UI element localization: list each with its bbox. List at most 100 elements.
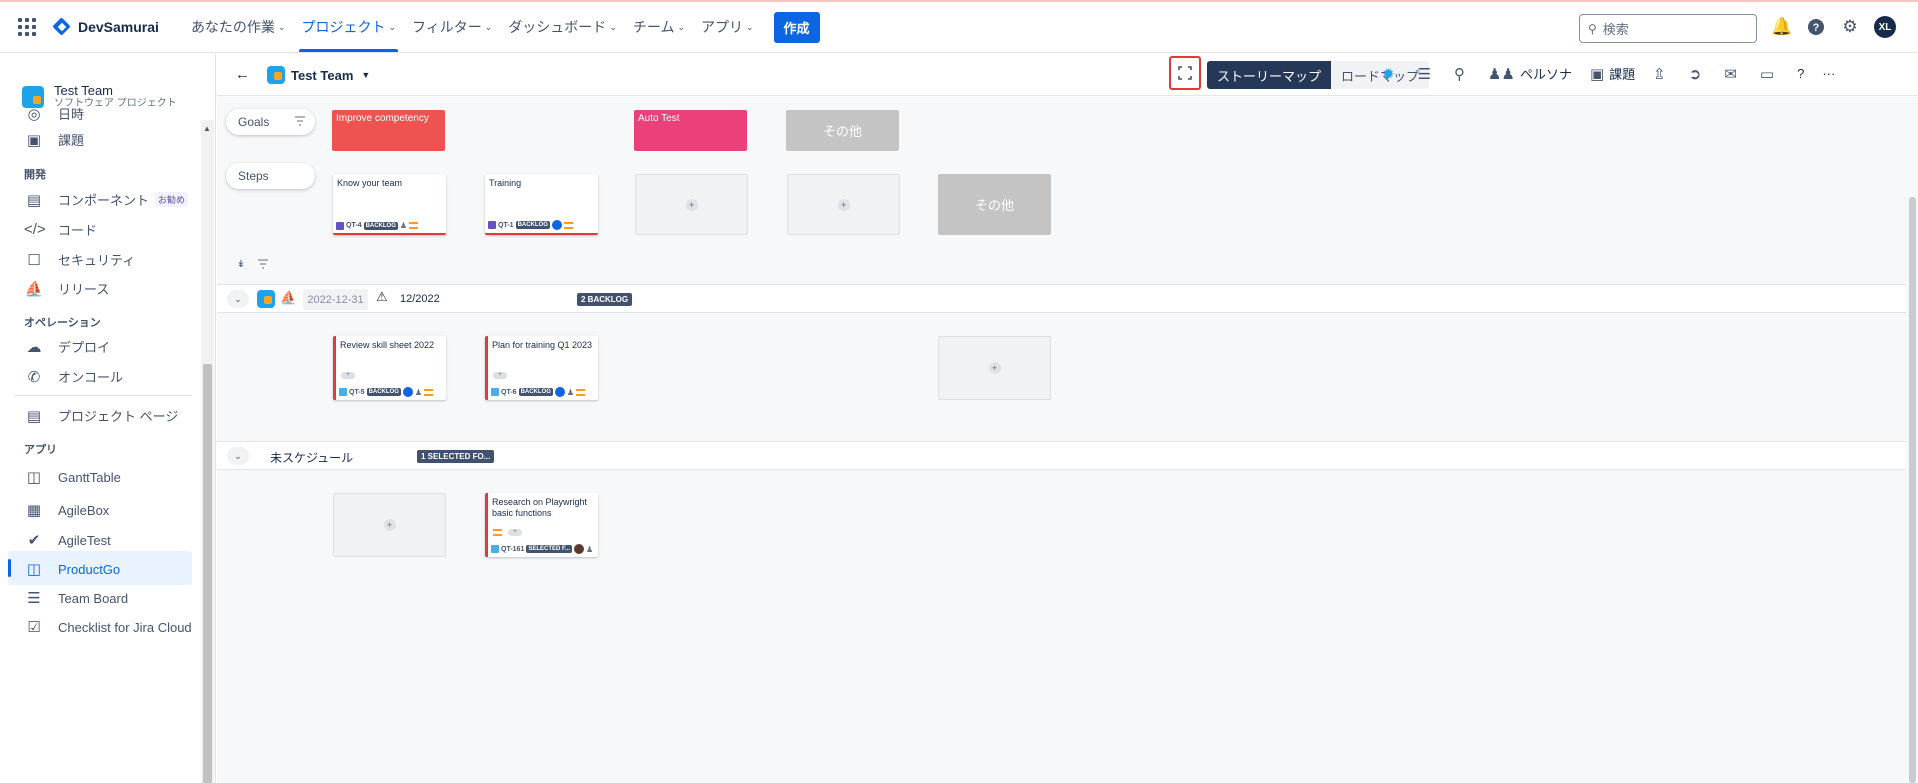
chevron-down-icon[interactable]: ⌄: [227, 290, 249, 308]
canvas-scrollbar-thumb[interactable]: [1909, 197, 1916, 783]
empty-release-slot[interactable]: +: [938, 336, 1051, 400]
user-avatar[interactable]: XL: [1874, 16, 1896, 38]
sidebar-item-timeline[interactable]: ◎ 日時: [24, 104, 84, 123]
reporter-icon: ♟: [586, 544, 594, 554]
brand-logo[interactable]: DevSamurai: [52, 17, 159, 37]
settings-gear-icon[interactable]: ⚙: [1840, 17, 1860, 37]
estimate-pill: +: [493, 372, 507, 379]
sidebar-item-components[interactable]: ▤ コンポーネント お勧め: [24, 190, 189, 209]
help-icon[interactable]: ?: [1806, 17, 1826, 37]
brand-name: DevSamurai: [78, 19, 159, 35]
sidebar-item-code[interactable]: </> コード: [24, 220, 97, 239]
team-selector[interactable]: Test Team ▼: [267, 66, 370, 84]
add-icon[interactable]: +: [383, 519, 396, 531]
lock-icon: ☐: [27, 251, 41, 269]
sidebar-item-oncall[interactable]: ✆ オンコール: [24, 367, 123, 386]
productgo-icon: ◫: [26, 561, 42, 578]
search-icon: ⚲: [1454, 65, 1466, 83]
team-name: Test Team: [291, 67, 354, 83]
nav-teams[interactable]: チーム ⌄: [627, 2, 691, 52]
sidebar-scrollbar[interactable]: ▲: [201, 120, 214, 783]
integration-button[interactable]: ✹: [1382, 65, 1400, 83]
goal-other-card[interactable]: その他: [786, 110, 899, 151]
empty-step-slot[interactable]: +: [787, 174, 900, 235]
grid-icon: ▦: [26, 502, 42, 519]
goal-card-auto-test[interactable]: Auto Test: [634, 110, 747, 151]
add-icon[interactable]: +: [837, 198, 850, 211]
sidebar-item-productgo[interactable]: ◫ ProductGo: [24, 560, 120, 578]
sidebar-item-agiletest[interactable]: ✔ AgileTest: [24, 531, 111, 549]
create-button[interactable]: 作成: [773, 11, 820, 43]
step-card-training[interactable]: Training QT-1 BACKLOG: [485, 174, 598, 235]
task-type-icon: [491, 545, 499, 553]
add-icon[interactable]: +: [988, 362, 1001, 374]
help-button[interactable]: ?: [1797, 66, 1804, 81]
filter-icon[interactable]: [295, 116, 305, 126]
sidebar-item-deploy[interactable]: ☁ デプロイ: [24, 337, 111, 356]
scroll-up-arrow-icon[interactable]: ▲: [203, 124, 211, 133]
release-date-input[interactable]: 2022-12-31: [303, 289, 368, 310]
search-input[interactable]: ⚲ 検索: [1579, 14, 1757, 43]
estimate-pill: +: [508, 529, 522, 536]
release-card-plan-for-training[interactable]: Plan for training Q1 2023 + QT-6 BACKLOG…: [485, 336, 598, 400]
top-right-icons: 🔔 ? ⚙ XL: [1771, 16, 1896, 38]
board-toolbar: ✹ ☰ ⚲ ♟♟ ペルソナ ▣ 課題 ⇫ ➲ ✉ ▭ ? ···: [1382, 64, 1853, 83]
sidebar-item-agilebox[interactable]: ▦ AgileBox: [24, 501, 109, 519]
sidebar-item-team-board[interactable]: ☰ Team Board: [24, 589, 128, 607]
board-search-button[interactable]: ⚲: [1454, 65, 1470, 83]
nav-apps[interactable]: アプリ ⌄: [695, 2, 760, 52]
app-switcher-icon[interactable]: [18, 18, 36, 36]
canvas-scrollbar[interactable]: [1906, 97, 1918, 783]
empty-step-slot[interactable]: +: [635, 174, 748, 235]
chevron-down-icon: ▼: [361, 70, 371, 80]
sidebar-item-checklist[interactable]: ☑ Checklist for Jira Cloud: [24, 618, 191, 636]
nav-filters[interactable]: フィルター ⌄: [406, 2, 498, 52]
share-icon: ➲: [1688, 65, 1702, 83]
more-button[interactable]: ···: [1822, 66, 1835, 81]
fullscreen-button[interactable]: [1169, 56, 1201, 90]
story-map-tab[interactable]: ストーリーマップ: [1207, 61, 1332, 89]
chevron-down-icon[interactable]: ⌄: [227, 447, 249, 465]
ship-icon: ⛵: [24, 280, 44, 298]
assignee-avatar: [402, 387, 413, 397]
export-button[interactable]: ⇫: [1653, 65, 1671, 83]
layout-button[interactable]: ☰: [1418, 65, 1436, 83]
section-apps: アプリ: [24, 444, 57, 456]
task-type-icon: [339, 388, 347, 396]
step-other-card[interactable]: その他: [938, 174, 1051, 235]
nav-projects[interactable]: プロジェクト ⌄: [295, 2, 402, 52]
sidebar-item-project-pages[interactable]: ▤ プロジェクト ページ: [24, 406, 178, 425]
nav-dashboards[interactable]: ダッシュボード ⌄: [502, 2, 623, 52]
sidebar-item-gantttable[interactable]: ◫ GanttTable: [24, 468, 121, 486]
sidebar-item-releases[interactable]: ⛵ リリース: [24, 279, 110, 298]
unscheduled-status-badge: 1 SELECTED FO...: [417, 450, 495, 463]
sidebar-scrollbar-thumb[interactable]: [203, 364, 212, 783]
steps-row-label[interactable]: Steps: [226, 163, 315, 189]
step-card-know-your-team[interactable]: Know your team QT-4 BACKLOG ♟: [333, 174, 446, 235]
nav-your-work[interactable]: あなたの作業 ⌄: [185, 2, 292, 52]
collapse-all-icon[interactable]: ↡: [232, 255, 250, 273]
status-badge: BACKLOG: [363, 221, 398, 230]
unscheduled-card-research-playwright[interactable]: Research on Playwright basic functions +…: [485, 493, 598, 557]
sidebar-item-issues[interactable]: ▣ 課題: [24, 130, 84, 149]
empty-unscheduled-slot[interactable]: +: [333, 493, 446, 557]
comments-button[interactable]: ✉: [1724, 65, 1742, 83]
release-card-review-skill-sheet[interactable]: Review skill sheet 2022 + QT-5 BACKLOG ♟: [333, 336, 446, 400]
notifications-icon[interactable]: 🔔: [1771, 17, 1792, 37]
persona-button[interactable]: ♟♟ ペルソナ: [1488, 64, 1572, 83]
fullscreen-icon: [1178, 66, 1192, 80]
filter-icon[interactable]: [254, 255, 272, 273]
calendar-icon: ▤: [26, 191, 42, 209]
goals-row-label[interactable]: Goals: [226, 109, 315, 135]
goal-card-improve-competency[interactable]: Improve competency: [332, 110, 445, 151]
team-avatar-icon: [267, 66, 285, 84]
issues-button[interactable]: ▣ 課題: [1590, 64, 1635, 83]
main-menu: あなたの作業 ⌄ プロジェクト ⌄ フィルター ⌄ ダッシュボード ⌄ チーム ⌄ アプリ…: [185, 2, 764, 52]
share-button[interactable]: ➲: [1689, 65, 1707, 83]
status-badge: SELECTED F...: [526, 545, 573, 553]
sidebar-item-security[interactable]: ☐ セキュリティ: [24, 250, 135, 269]
phone-icon: ✆: [27, 368, 41, 386]
add-icon[interactable]: +: [685, 198, 698, 211]
back-arrow-icon[interactable]: ←: [235, 66, 250, 83]
card-view-button[interactable]: ▭: [1760, 65, 1779, 83]
